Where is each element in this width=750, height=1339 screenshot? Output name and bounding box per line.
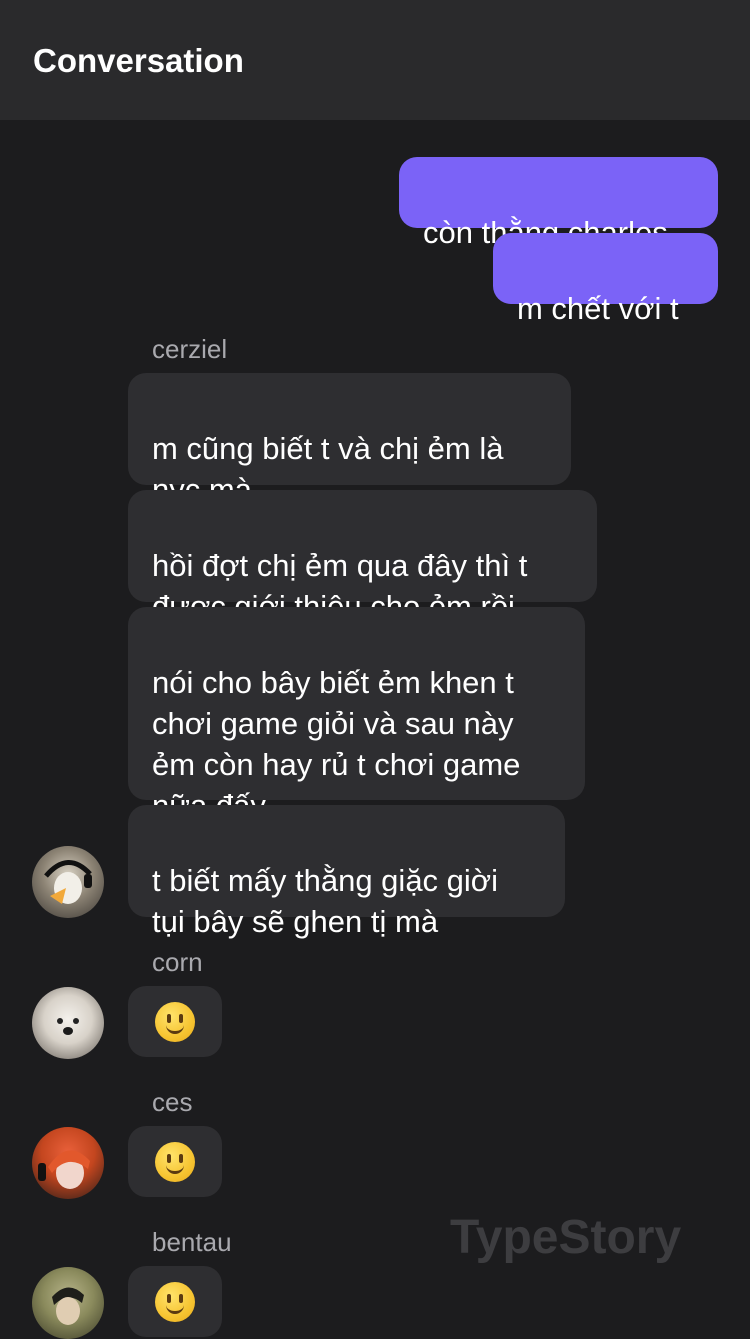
outgoing-message-bubble[interactable]: m chết với t (493, 233, 718, 326)
slightly-smiling-face-emoji-icon (155, 1002, 195, 1042)
avatar-image (57, 1018, 79, 1035)
avatar-image (52, 1287, 84, 1325)
avatar-image (44, 860, 92, 904)
sender-name: cerziel (152, 334, 228, 364)
incoming-message-bubble[interactable] (128, 1126, 222, 1197)
sender-name: bentau (152, 1227, 232, 1257)
message-text: nói cho bây biết ẻm khen t chơi game giỏ… (152, 665, 521, 823)
incoming-message-bubble[interactable] (128, 986, 222, 1057)
avatar-image (38, 1150, 90, 1189)
incoming-message-bubble[interactable]: nói cho bây biết ẻm khen t chơi game giỏ… (128, 607, 585, 865)
message-text: t biết mấy thằng giặc giời tụi bây sẽ gh… (152, 863, 499, 939)
sender-name: ces (152, 1087, 193, 1117)
message-text: m chết với t (517, 291, 679, 326)
slightly-smiling-face-emoji-icon (155, 1282, 195, 1322)
incoming-message-bubble[interactable]: hồi đợt chị ẻm qua đây thì t được giới t… (128, 490, 597, 624)
incoming-message-bubble[interactable]: t biết mấy thằng giặc giời tụi bây sẽ gh… (128, 805, 565, 939)
slightly-smiling-face-emoji-icon (155, 1142, 195, 1182)
sender-name: corn (152, 947, 203, 977)
typestory-watermark: TypeStory (450, 1211, 682, 1264)
conversation-title: Conversation (33, 42, 244, 79)
avatar[interactable] (32, 1267, 104, 1339)
avatar[interactable] (32, 846, 104, 918)
avatar[interactable] (32, 987, 104, 1059)
incoming-message-bubble[interactable]: m cũng biết t và chị ẻm là nyc mà (128, 373, 571, 507)
header-bar: Conversation (0, 0, 750, 120)
outgoing-message-bubble[interactable]: còn thằng charles (399, 157, 718, 250)
avatar[interactable] (32, 1127, 104, 1199)
incoming-message-bubble[interactable] (128, 1266, 222, 1337)
